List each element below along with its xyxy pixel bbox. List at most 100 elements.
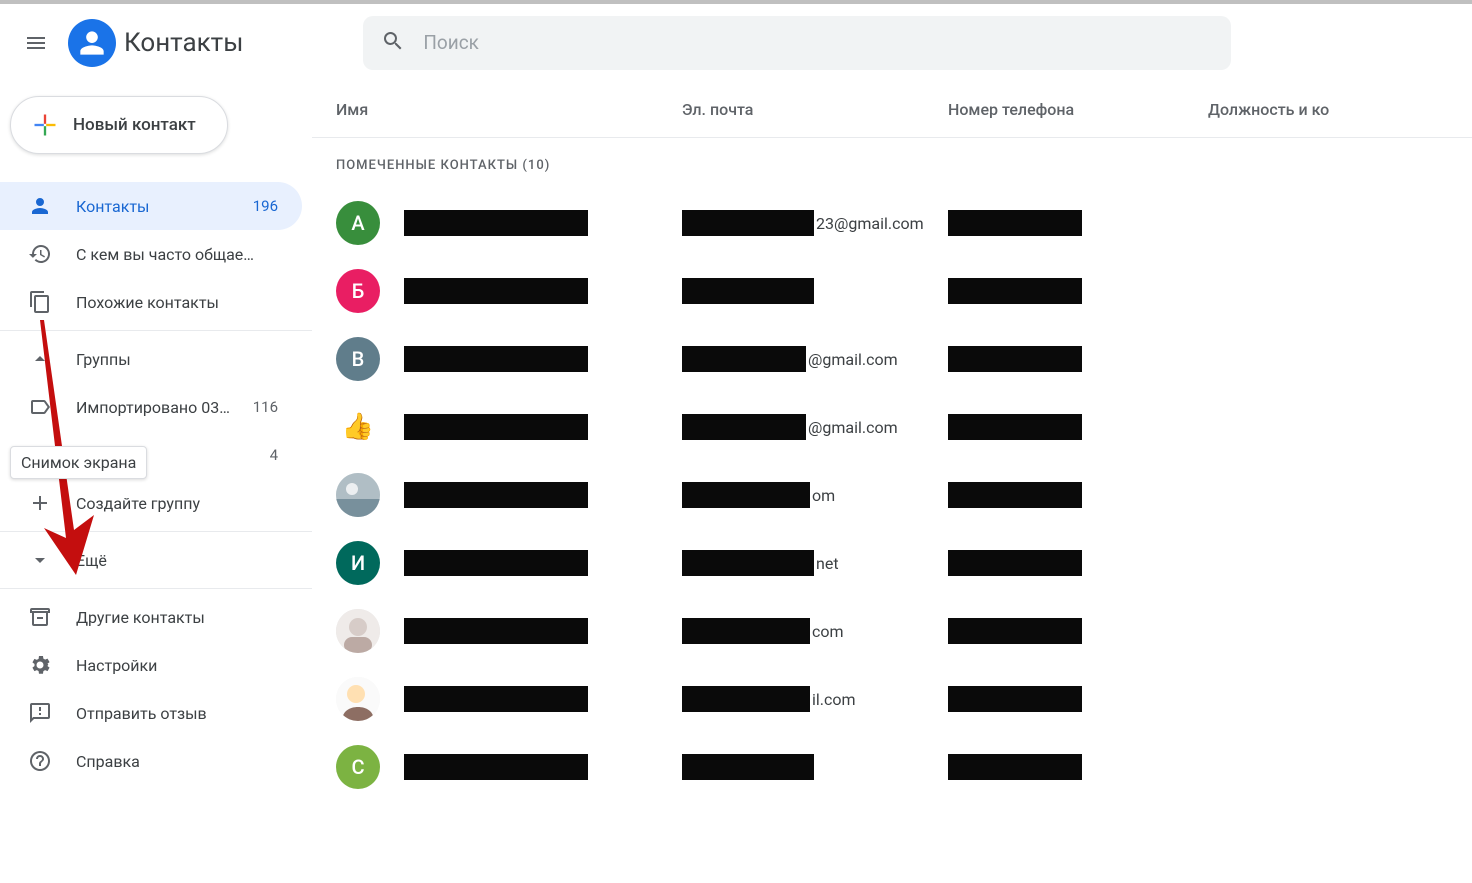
redacted-email	[682, 346, 806, 372]
search-box[interactable]	[363, 16, 1231, 70]
chevron-down-icon	[28, 548, 52, 572]
help-label: Справка	[76, 752, 278, 771]
hamburger-icon	[24, 31, 48, 55]
sidebar-groups-header[interactable]: Группы	[0, 335, 302, 383]
redacted-email	[682, 754, 814, 780]
avatar	[336, 677, 380, 721]
search-input[interactable]	[423, 33, 1213, 54]
redacted-phone	[948, 210, 1082, 236]
table-header: Имя Эл. почта Номер телефона Должность и…	[312, 82, 1472, 137]
redacted-name	[404, 686, 588, 712]
column-email: Эл. почта	[682, 100, 948, 119]
redacted-phone	[948, 482, 1082, 508]
search-icon	[381, 29, 405, 57]
chevron-up-icon	[28, 347, 52, 371]
new-contact-button[interactable]: Новый контакт	[10, 96, 228, 154]
column-job: Должность и ко	[1208, 100, 1472, 119]
contact-list: А 23@gmail.com Б В@gmail.com 👍 @gmail.com om Иn…	[312, 189, 1472, 801]
duplicate-icon	[28, 290, 52, 314]
contact-row[interactable]: С	[312, 733, 1472, 801]
sidebar-group-item[interactable]: Импортировано 03… 116	[0, 383, 302, 431]
history-icon	[28, 242, 52, 266]
screenshot-tooltip: Снимок экрана	[10, 446, 147, 479]
group-count: 116	[253, 398, 278, 416]
sidebar-help[interactable]: Справка	[0, 737, 302, 785]
sidebar-item-frequent[interactable]: С кем вы часто общае…	[0, 230, 302, 278]
new-contact-label: Новый контакт	[73, 115, 196, 135]
avatar: Б	[336, 269, 380, 313]
sidebar-item-contacts[interactable]: Контакты 196	[0, 182, 302, 230]
divider	[0, 588, 312, 589]
group-label: Импортировано 03…	[76, 398, 253, 417]
redacted-email	[682, 482, 810, 508]
redacted-email	[682, 414, 806, 440]
redacted-phone	[948, 414, 1082, 440]
redacted-phone	[948, 686, 1082, 712]
contact-row[interactable]: il.com	[312, 665, 1472, 733]
redacted-name	[404, 550, 588, 576]
svg-text:👍: 👍	[342, 411, 374, 442]
redacted-email	[682, 686, 810, 712]
sidebar-item-count: 196	[253, 197, 278, 215]
avatar: С	[336, 745, 380, 789]
contact-row[interactable]: Б	[312, 257, 1472, 325]
email-suffix: om	[812, 486, 835, 505]
sidebar-item-label: Контакты	[76, 197, 253, 216]
contact-row[interactable]: В@gmail.com	[312, 325, 1472, 393]
email-suffix: il.com	[812, 690, 856, 709]
redacted-email	[682, 210, 814, 236]
avatar	[336, 609, 380, 653]
redacted-email	[682, 550, 814, 576]
sidebar-item-label: Похожие контакты	[76, 293, 278, 312]
email-suffix: @gmail.com	[808, 418, 898, 437]
gear-icon	[28, 653, 52, 677]
redacted-name	[404, 346, 588, 372]
redacted-phone	[948, 550, 1082, 576]
group-count: 4	[270, 446, 278, 464]
redacted-phone	[948, 754, 1082, 780]
redacted-email	[682, 278, 814, 304]
contact-row[interactable]: А 23@gmail.com	[312, 189, 1472, 257]
plus-icon	[31, 111, 59, 139]
email-suffix: com	[812, 622, 844, 641]
label-icon	[28, 395, 52, 419]
app-title: Контакты	[124, 28, 243, 58]
contact-row[interactable]: com	[312, 597, 1472, 665]
sidebar-settings[interactable]: Настройки	[0, 641, 302, 689]
redacted-phone	[948, 618, 1082, 644]
create-group-label: Создайте группу	[76, 494, 278, 513]
avatar	[336, 473, 380, 517]
add-icon	[28, 491, 52, 515]
redacted-name	[404, 618, 588, 644]
sidebar: Новый контакт Контакты 196 С кем вы част…	[0, 82, 312, 883]
person-icon	[78, 29, 106, 57]
feedback-label: Отправить отзыв	[76, 704, 278, 723]
settings-label: Настройки	[76, 656, 278, 675]
email-suffix: 23@gmail.com	[816, 214, 924, 233]
sidebar-feedback[interactable]: Отправить отзыв	[0, 689, 302, 737]
redacted-name	[404, 754, 588, 780]
other-contacts-label: Другие контакты	[76, 608, 278, 627]
redacted-phone	[948, 346, 1082, 372]
main-menu-button[interactable]	[12, 19, 60, 67]
contact-row[interactable]: Иnet	[312, 529, 1472, 597]
contact-row[interactable]: om	[312, 461, 1472, 529]
avatar: 👍	[336, 405, 380, 449]
redacted-phone	[948, 278, 1082, 304]
redacted-email	[682, 618, 810, 644]
sidebar-more[interactable]: Ещё	[0, 536, 302, 584]
avatar: А	[336, 201, 380, 245]
sidebar-other-contacts[interactable]: Другие контакты	[0, 593, 302, 641]
contact-row[interactable]: 👍 @gmail.com	[312, 393, 1472, 461]
avatar: В	[336, 337, 380, 381]
sidebar-item-merge[interactable]: Похожие контакты	[0, 278, 302, 326]
main-area: Имя Эл. почта Номер телефона Должность и…	[312, 82, 1472, 883]
groups-label: Группы	[76, 350, 278, 369]
more-label: Ещё	[76, 551, 278, 570]
divider	[0, 531, 312, 532]
email-suffix: net	[816, 554, 839, 573]
sidebar-create-group[interactable]: Создайте группу	[0, 479, 302, 527]
feedback-icon	[28, 701, 52, 725]
starred-section-title: ПОМЕЧЕННЫЕ КОНТАКТЫ (10)	[312, 138, 1472, 189]
archive-icon	[28, 605, 52, 629]
